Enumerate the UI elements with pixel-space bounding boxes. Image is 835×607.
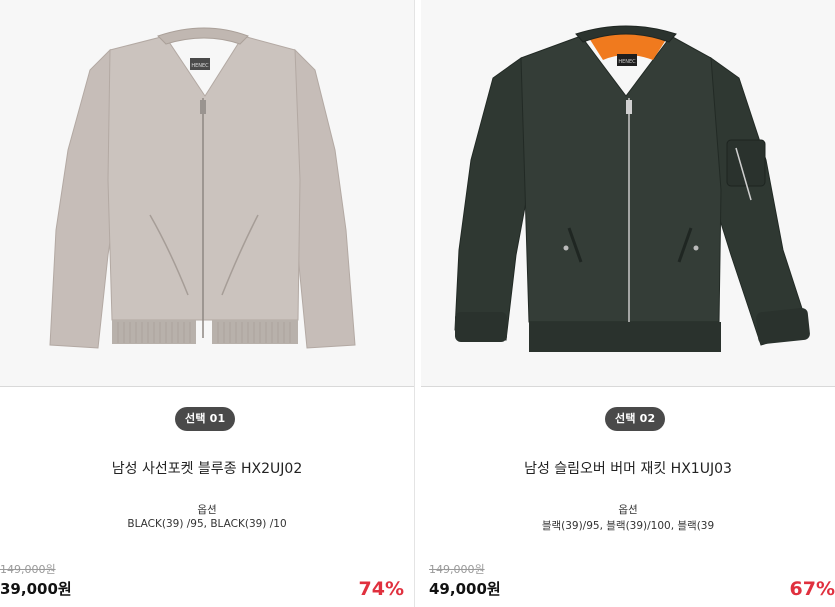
original-price-1: 149,000원 — [0, 563, 56, 576]
select-badge-1: 선택 01 — [175, 407, 236, 431]
sale-price-2: 49,000원 — [429, 580, 501, 598]
jacket-beige-image: HENEC — [49, 27, 356, 349]
original-price-2: 149,000원 — [429, 563, 485, 576]
discount-rate-2: 67% — [789, 578, 835, 600]
product-image-1[interactable]: HENEC — [0, 0, 414, 387]
card-divider — [414, 0, 421, 607]
option-label-1: 옵션 — [197, 504, 217, 516]
sale-price-1: 39,000원 — [0, 580, 72, 598]
jacket-green-image: HENEC — [454, 25, 810, 352]
product-card-2[interactable]: HENEC 선택 02 남성 슬림오버 버머 재킷 HX1UJ03 옵션 블랙(… — [421, 0, 835, 607]
product-name-1[interactable]: 남성 사선포켓 블루종 HX2UJ02 — [0, 458, 414, 478]
option-value-1: BLACK(39) /95, BLACK(39) /10 — [127, 518, 287, 530]
option-label-2: 옵션 — [618, 504, 638, 516]
option-value-2: 블랙(39)/95, 블랙(39)/100, 블랙(39 — [541, 520, 715, 532]
product-name-2[interactable]: 남성 슬림오버 버머 재킷 HX1UJ03 — [421, 458, 835, 478]
product-image-2[interactable]: HENEC — [421, 0, 835, 387]
brand-label: HENEC — [191, 63, 209, 69]
select-badge-2: 선택 02 — [605, 407, 666, 431]
discount-rate-1: 74% — [358, 578, 404, 600]
brand-label-2: HENEC — [618, 59, 636, 65]
product-card-1[interactable]: HENEC 선택 01 남성 사선포켓 블루종 HX2UJ02 옵션 BLACK… — [0, 0, 414, 607]
